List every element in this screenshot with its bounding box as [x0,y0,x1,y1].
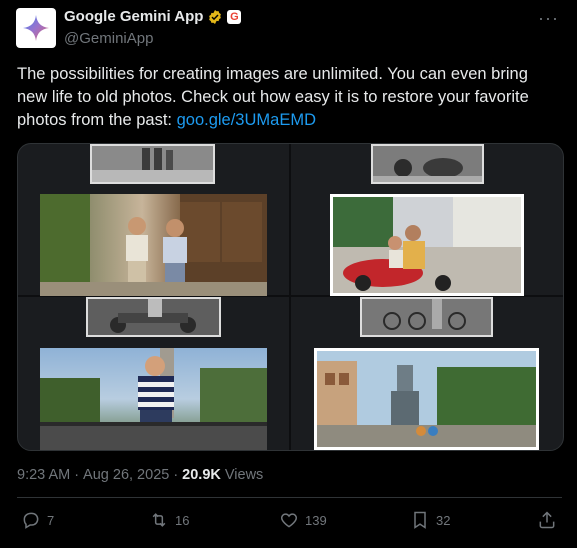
share-icon [539,511,555,529]
old-photo-bw-motorbike-left [86,297,221,337]
scooter-bw-illustration [373,146,482,182]
share-button[interactable] [537,510,557,530]
like-count: 139 [305,512,327,528]
meta-separator: · [173,467,179,483]
reply-icon [23,512,39,529]
old-photo-bw-bicycles [360,297,493,337]
meta-separator: · [74,467,80,483]
post-date[interactable]: Aug 26, 2025 [83,467,169,483]
city-square-illustration [317,351,536,447]
divider [17,497,562,498]
google-affiliate-badge[interactable]: G [227,9,242,24]
verified-badge-icon[interactable] [207,9,223,25]
old-photo-bw-scooter-top [371,144,484,184]
action-bar: 7 16 139 32 [17,510,562,538]
reply-button[interactable]: 7 [21,510,54,530]
man-illustration [40,348,267,450]
old-photo-bw-top-left [90,144,215,184]
repost-button[interactable]: 16 [149,510,189,530]
restored-photo-family-scooter [330,194,524,296]
author-handle[interactable]: @GeminiApp [64,30,153,47]
bookmark-count: 32 [436,512,451,528]
post-time[interactable]: 9:23 AM [17,467,70,483]
family-illustration [333,197,521,293]
restored-photo-man-motorbike [40,348,267,450]
post-link[interactable]: goo.gle/3UMaEMD [177,111,316,129]
views-label: Views [224,467,264,483]
author-name-row: Google Gemini App G [64,8,242,25]
motorbike-bw-illustration [88,299,219,335]
restored-photo-city-square [314,348,539,450]
reply-count: 7 [47,512,55,528]
bookmark-button[interactable]: 32 [410,510,450,530]
people-silhouette-bw [92,146,213,182]
restored-photo-boys [40,194,267,296]
gemini-logo-avatar[interactable] [16,8,56,48]
bicycles-bw-illustration [362,299,491,335]
boys-illustration [40,194,267,296]
more-options-icon[interactable]: ··· [538,8,559,29]
gemini-sparkle-icon [23,15,49,41]
repost-count: 16 [175,512,190,528]
author-display-name[interactable]: Google Gemini App [64,8,203,25]
like-button[interactable]: 139 [279,510,327,530]
repost-icon [152,513,166,527]
image-divider-vertical [289,144,291,450]
post-meta: 9:23 AM · Aug 26, 2025 · 20.9K Views [17,467,263,483]
post-text: The possibilities for creating images ar… [17,63,557,132]
post-image[interactable] [17,143,564,451]
post: Google Gemini App G @GeminiApp ··· The p… [0,0,577,548]
views-count[interactable]: 20.9K [182,467,221,483]
bookmark-icon [414,511,426,529]
like-icon [280,513,298,528]
